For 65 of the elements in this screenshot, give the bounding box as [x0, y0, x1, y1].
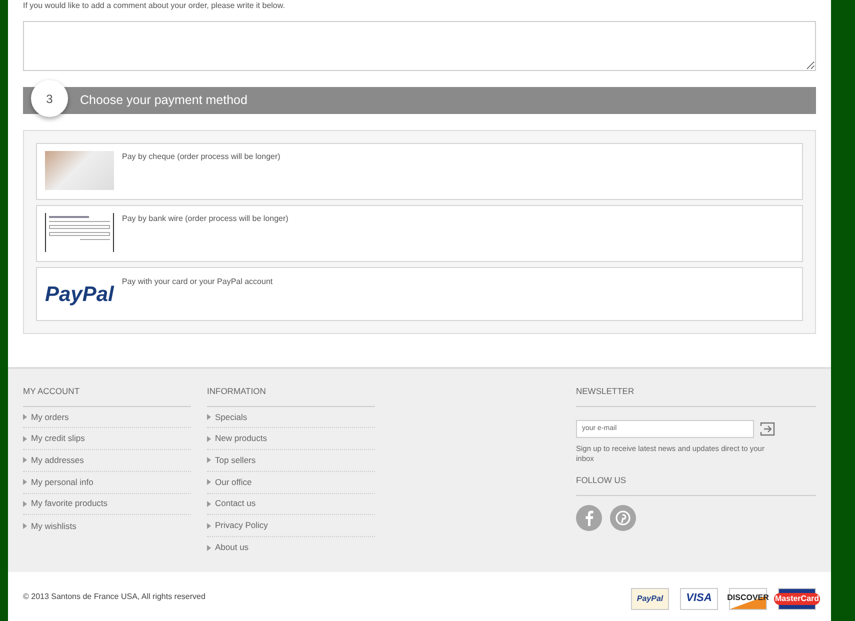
footer-link-text: My favorite products [31, 497, 108, 510]
facebook-button[interactable] [576, 504, 602, 530]
footer-link[interactable]: Contact us [207, 494, 375, 516]
bullet-arrow-icon [207, 544, 211, 551]
pinterest-button[interactable] [610, 504, 636, 530]
footer-link-text: About us [215, 541, 249, 554]
footer-link-text: Contact us [215, 497, 256, 510]
paypal-card-logo: PayPal [631, 588, 669, 610]
footer-link-text: Privacy Policy [215, 519, 268, 532]
bullet-arrow-icon [207, 479, 211, 486]
bank-form-thumbnail [45, 213, 114, 252]
comment-field[interactable] [23, 21, 816, 71]
footer-link-text: New products [215, 432, 267, 446]
bullet-arrow-icon [23, 479, 27, 486]
bullet-arrow-icon [207, 436, 211, 442]
payment-option-label: Pay with your card or your PayPal account [122, 276, 273, 288]
footer-link-text: Specials [215, 410, 248, 424]
footer-link[interactable]: My favorite products [23, 494, 191, 516]
footer-link[interactable]: About us [207, 536, 375, 559]
footer-link[interactable]: My credit slips [23, 428, 191, 450]
bullet-arrow-icon [207, 414, 211, 420]
bullet-arrow-icon [207, 500, 211, 507]
footer-heading: FOLLOW US [576, 474, 816, 496]
visa-card-logo: VISA [680, 588, 718, 610]
step-number: 3 [31, 80, 68, 117]
footer-link[interactable]: Specials [207, 406, 375, 428]
payment-option[interactable]: Pay by bank wire (order process will be longer) [36, 205, 803, 262]
cheque-photo-placeholder [45, 151, 114, 190]
footer-link-text: My personal info [31, 476, 94, 489]
copyright-text: © 2013 Santons de France USA, All rights reserved [23, 590, 206, 603]
payment-option[interactable]: Pay by cheque (order process will be longer) [36, 143, 803, 200]
facebook-icon [584, 510, 594, 526]
bullet-arrow-icon [23, 500, 27, 507]
bullet-arrow-icon [23, 436, 27, 442]
pinterest-icon [615, 510, 631, 526]
footer-link-text: My credit slips [31, 432, 85, 446]
submit-arrow-icon[interactable] [760, 420, 776, 437]
footer-link[interactable]: Top sellers [207, 450, 375, 472]
bullet-arrow-icon [23, 414, 27, 420]
bullet-arrow-icon [23, 457, 27, 464]
footer-link-text: My wishlists [31, 520, 76, 532]
bullet-arrow-icon [207, 522, 211, 529]
footer-heading: NEWSLETTER [576, 385, 816, 407]
footer-link[interactable]: My addresses [23, 450, 191, 472]
footer-link[interactable]: New products [207, 428, 375, 450]
discover-card-logo: DISCOVER [729, 588, 767, 610]
footer-link-text: Top sellers [215, 454, 256, 467]
section-title: Choose your payment method [80, 92, 248, 110]
footer-link[interactable]: Privacy Policy [207, 515, 375, 537]
payment-option-label: Pay by bank wire (order process will be longer) [122, 213, 288, 225]
paypal-logo: PayPal [45, 284, 114, 305]
bullet-arrow-icon [207, 457, 211, 464]
footer-heading: MY ACCOUNT [23, 385, 191, 407]
footer-link[interactable]: Our office [207, 472, 375, 494]
footer-link-text: Our office [215, 476, 252, 489]
payment-option-label: Pay by cheque (order process will be longer) [122, 151, 280, 163]
payment-option[interactable]: PayPal Pay with your card or your PayPal account [36, 267, 803, 321]
footer-link[interactable]: My personal info [23, 472, 191, 494]
comment-prompt: If you would like to add a comment about your order, please write it below. [23, 1, 286, 11]
footer-link[interactable]: My orders [23, 406, 191, 428]
footer-link-text: My orders [31, 410, 69, 424]
footer-link[interactable]: My wishlists [23, 515, 191, 537]
bullet-arrow-icon [23, 523, 27, 530]
footer-heading: INFORMATION [207, 385, 375, 407]
footer-link-text: My addresses [31, 454, 84, 467]
